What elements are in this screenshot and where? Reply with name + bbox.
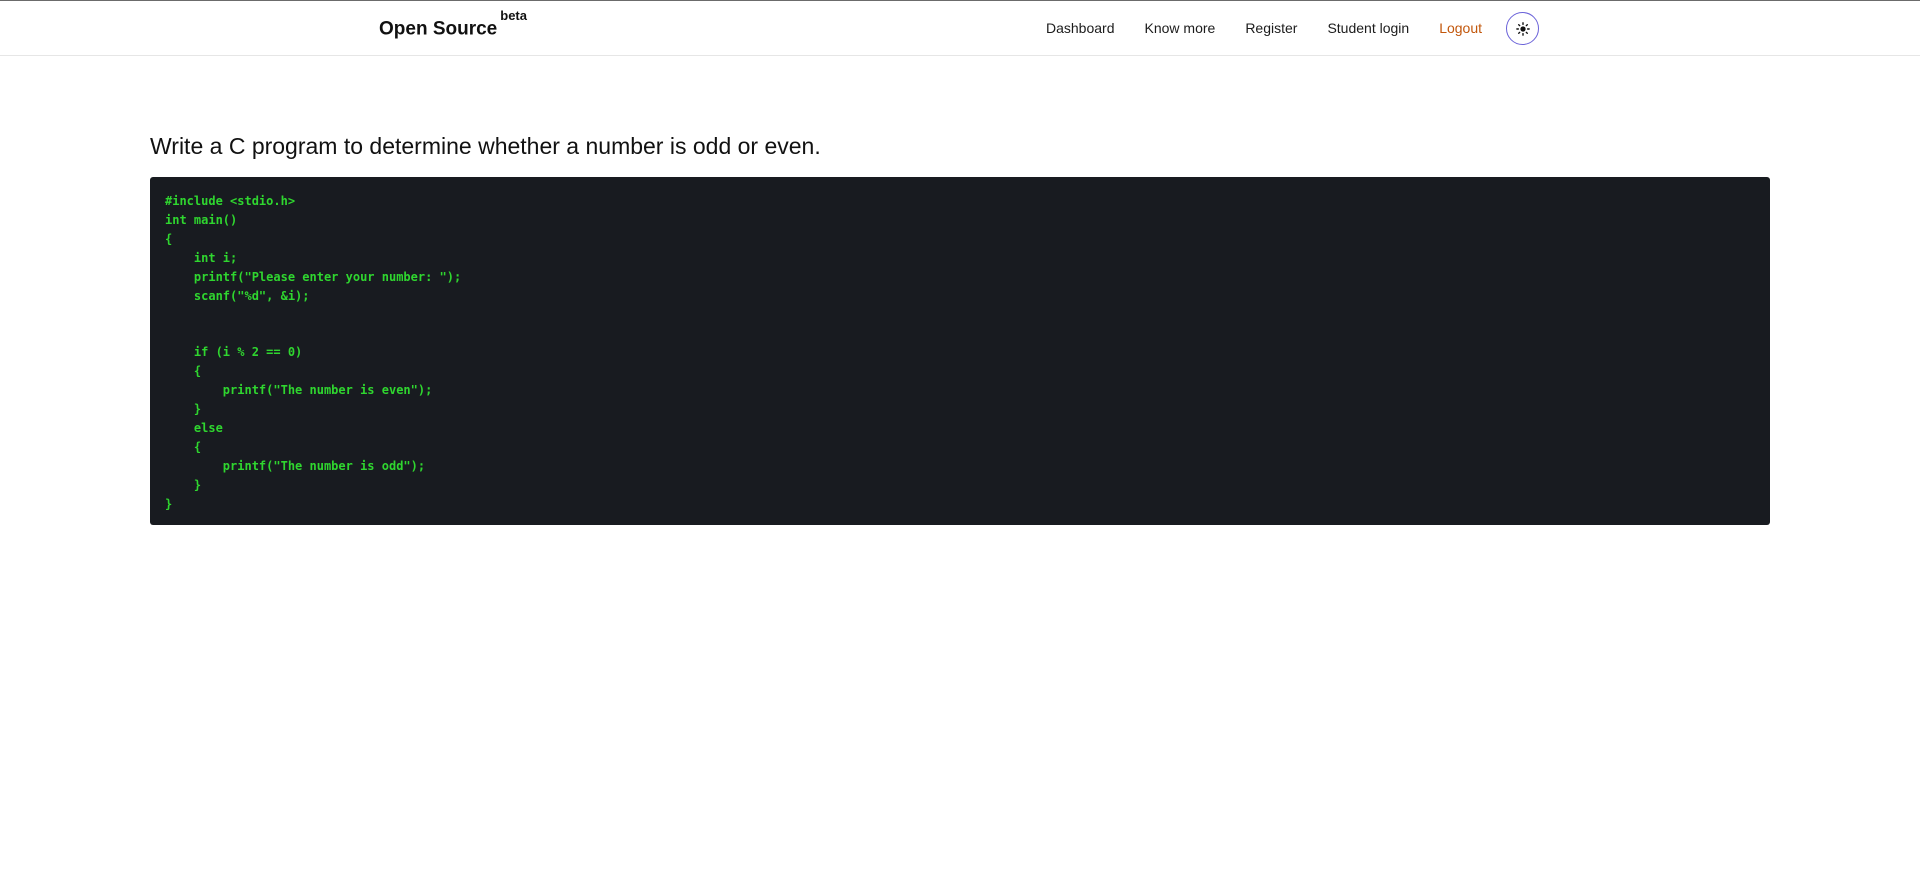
nav-dashboard[interactable]: Dashboard <box>1046 20 1115 36</box>
nav-register[interactable]: Register <box>1245 20 1297 36</box>
brand-logo[interactable]: Open Sourcebeta <box>379 8 527 40</box>
nav-logout[interactable]: Logout <box>1439 20 1482 36</box>
navbar: Open Sourcebeta Dashboard Know more Regi… <box>0 1 1920 56</box>
nav-student-login[interactable]: Student login <box>1327 20 1409 36</box>
beta-badge: beta <box>500 8 527 23</box>
sun-icon <box>1515 21 1530 36</box>
code-block: #include <stdio.h> int main() { int i; p… <box>150 177 1770 525</box>
page-title: Write a C program to determine whether a… <box>150 133 821 159</box>
theme-toggle-button[interactable] <box>1506 12 1539 45</box>
nav-know-more[interactable]: Know more <box>1145 20 1216 36</box>
nav-links: Dashboard Know more Register Student log… <box>1046 20 1512 36</box>
brand-name: Open Source <box>379 18 498 40</box>
code-text[interactable]: #include <stdio.h> int main() { int i; p… <box>165 192 1755 513</box>
